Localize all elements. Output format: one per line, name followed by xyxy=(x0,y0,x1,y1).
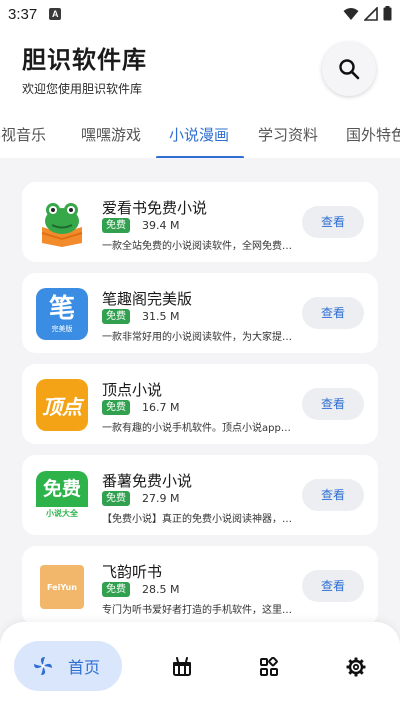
app-size: 27.9 M xyxy=(142,492,180,505)
view-button[interactable]: 查看 xyxy=(302,388,364,420)
dingdian-icon: 顶点 xyxy=(36,379,88,431)
app-description: 一款全站免费的小说阅读软件，全网免费小说随心看 xyxy=(102,241,300,252)
app-card[interactable]: 顶点 顶点小说 免费 16.7 M 一款有趣的小说手机软件。顶点小说app提供海… xyxy=(22,364,378,444)
wifi-icon xyxy=(343,7,359,20)
biquge-icon: 笔 完美版 xyxy=(36,288,88,340)
app-name: 飞韵听书 xyxy=(102,563,163,581)
app-size: 28.5 M xyxy=(142,583,180,596)
app-name: 笔趣阁完美版 xyxy=(102,290,193,308)
nav-home-label: 首页 xyxy=(68,658,101,677)
nav-home-button[interactable]: 首页 xyxy=(14,641,122,691)
fanshu-icon: 免费 小说大全 xyxy=(36,470,88,522)
search-icon xyxy=(339,59,360,80)
status-bar: 3:37 A xyxy=(0,0,400,28)
dingdian-icon-glyph: 顶点 xyxy=(42,394,82,419)
settings-icon xyxy=(346,657,366,677)
app-card[interactable]: 笔 完美版 笔趣阁完美版 免费 31.5 M 一款非常好用的小说阅读软件，为大家… xyxy=(22,273,378,353)
page-title: 胆识软件库 xyxy=(22,46,147,74)
tab-foreign[interactable]: 国外特色 xyxy=(346,124,400,145)
gift-icon xyxy=(173,657,191,676)
header: 胆识软件库 欢迎您使用胆识软件库 影视音乐 嘿嘿游戏 小说漫画 学习资料 国外特… xyxy=(0,28,400,158)
search-button[interactable] xyxy=(322,42,376,96)
status-icons xyxy=(343,6,392,21)
nav-settings-button[interactable] xyxy=(345,656,367,678)
biquge-icon-glyph: 笔 xyxy=(48,294,75,324)
view-button[interactable]: 查看 xyxy=(302,297,364,329)
bottom-nav: 首页 xyxy=(0,622,400,711)
app-name: 番薯免费小说 xyxy=(102,472,193,490)
status-time: 3:37 xyxy=(8,5,38,23)
nav-gift-button[interactable] xyxy=(171,656,193,678)
app-card[interactable]: FeiYun 飞韵听书 免费 28.5 M 专门为听书爱好者打造的手机软件，这里… xyxy=(22,546,378,626)
home-icon xyxy=(34,657,52,675)
fanshu-icon-subtext: 小说大全 xyxy=(46,509,78,518)
app-name: 顶点小说 xyxy=(102,381,163,399)
app-name: 爱看书免费小说 xyxy=(102,199,208,217)
tab-video-music[interactable]: 影视音乐 xyxy=(0,124,46,145)
app-card[interactable]: 免费 小说大全 番薯免费小说 免费 27.9 M 【免费小说】真正的免费小说阅读… xyxy=(22,455,378,535)
biquge-icon-subtext: 完美版 xyxy=(51,325,73,333)
free-badge: 免费 xyxy=(102,218,130,233)
view-button[interactable]: 查看 xyxy=(302,479,364,511)
signal-icon xyxy=(364,6,378,21)
fanshu-icon-glyph: 免费 xyxy=(36,471,88,507)
notification-icon: A xyxy=(49,8,62,20)
app-size: 16.7 M xyxy=(142,401,180,414)
app-description: 专门为听书爱好者打造的手机软件，这里有海量有声小说 xyxy=(102,605,300,616)
page-subtitle: 欢迎您使用胆识软件库 xyxy=(22,82,143,96)
nav-apps-button[interactable] xyxy=(258,656,280,678)
free-badge: 免费 xyxy=(102,400,130,415)
app-description: 一款非常好用的小说阅读软件，为大家提供海量小说 xyxy=(102,332,300,343)
app-description: 一款有趣的小说手机软件。顶点小说app提供海量小说 xyxy=(102,423,300,434)
tab-study[interactable]: 学习资料 xyxy=(258,124,318,145)
app-size: 31.5 M xyxy=(142,310,180,323)
app-card[interactable]: 爱看书免费小说 免费 39.4 M 一款全站免费的小说阅读软件，全网免费小说随心… xyxy=(22,182,378,262)
category-tabs: 影视音乐 嘿嘿游戏 小说漫画 学习资料 国外特色 xyxy=(0,120,400,158)
tab-novels-comics[interactable]: 小说漫画 xyxy=(169,124,229,145)
battery-icon xyxy=(383,6,392,21)
view-button[interactable]: 查看 xyxy=(302,570,364,602)
free-badge: 免费 xyxy=(102,582,130,597)
free-badge: 免费 xyxy=(102,309,130,324)
tab-indicator xyxy=(156,156,244,158)
view-button[interactable]: 查看 xyxy=(302,206,364,238)
frog-book-icon xyxy=(36,197,88,249)
tab-games[interactable]: 嘿嘿游戏 xyxy=(81,124,141,145)
feiyun-icon-glyph: FeiYun xyxy=(47,582,77,592)
free-badge: 免费 xyxy=(102,491,130,506)
feiyun-icon: FeiYun xyxy=(36,561,88,613)
apps-icon xyxy=(260,657,278,676)
app-description: 【免费小说】真正的免费小说阅读神器，海量小说免费看 xyxy=(102,514,300,525)
app-size: 39.4 M xyxy=(142,219,180,232)
